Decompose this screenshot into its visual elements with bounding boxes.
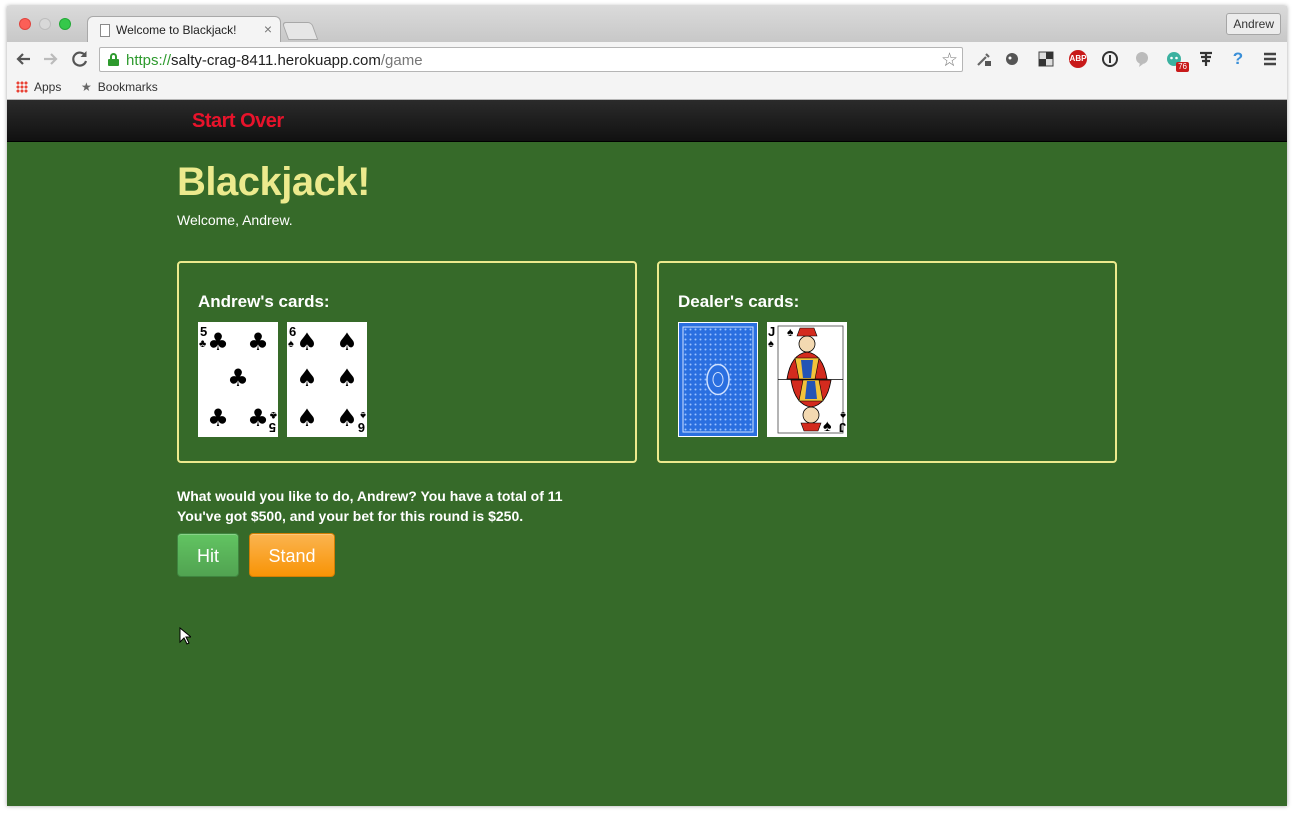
maximize-window-button[interactable] [59,18,71,30]
start-over-link[interactable]: Start Over [192,110,284,133]
android-extension-icon[interactable]: 76 [1165,50,1189,72]
help-question-icon[interactable]: ? [1229,50,1247,68]
svg-text:5: 5 [269,420,276,435]
dealer-cards-heading: Dealer's cards: [678,292,800,311]
svg-text:6: 6 [358,420,365,435]
svg-text:J: J [839,420,846,435]
screenshot-extension-icon[interactable] [1037,50,1055,68]
svg-text:♣: ♣ [207,404,229,432]
prompt-bet: You've got $500, and your bet for this r… [177,508,524,524]
chat-bubble-extension-icon[interactable] [1133,50,1151,68]
menu-hamburger-icon[interactable] [1261,50,1279,68]
bookmark-bookmarks[interactable]: ★ Bookmarks [81,80,158,94]
face-down-card [678,322,758,437]
svg-text:♣: ♣ [207,328,229,356]
tab-title: Welcome to Blackjack! [116,23,237,37]
bookmark-star-icon[interactable]: ☆ [941,49,958,72]
stand-button[interactable]: Stand [249,533,335,577]
card-rank: J [768,324,775,339]
svg-text:♠: ♠ [336,364,358,392]
browser-window: Welcome to Blackjack! × Andrew https://s… [7,6,1287,806]
tab-close-icon[interactable]: × [264,21,272,37]
six-of-spades-card: 6 ♠ ♠ ♠ ♠ ♠ ♠ ♠ 6 ♠ [287,322,367,437]
address-bar[interactable]: https://salty-crag-8411.herokuapp.com/ga… [99,47,963,72]
new-tab-button[interactable] [281,22,319,40]
welcome-message: Welcome, Andrew. [177,212,293,228]
eyedropper-extension-icon[interactable] [975,50,993,68]
player-cards-panel: Andrew's cards: 5 ♣ ♣ ♣ ♣ ♣ ♣ 5 ♣ 6 ♠ ♠ … [177,261,637,463]
notification-badge: 76 [1176,62,1189,72]
browser-toolbar: https://salty-crag-8411.herokuapp.com/ga… [7,42,1287,76]
traffic-light-extension-icon[interactable] [1197,50,1215,68]
tab-welcome-to-blackjack[interactable]: Welcome to Blackjack! × [87,16,281,43]
bookmark-apps[interactable]: Apps [16,80,61,94]
svg-text:♠: ♠ [787,325,794,339]
minimize-window-button[interactable] [39,18,51,30]
svg-text:♣: ♣ [247,328,269,356]
close-window-button[interactable] [19,18,31,30]
info-circle-extension-icon[interactable] [1101,50,1119,68]
svg-text:♠: ♠ [288,338,294,350]
svg-text:♠: ♠ [840,409,846,421]
svg-text:♠: ♠ [336,328,358,356]
svg-text:♣: ♣ [227,364,249,392]
back-arrow-icon[interactable] [13,48,35,70]
svg-text:♣: ♣ [270,409,277,421]
dealer-cards-panel: Dealer's cards: J ♠ ♠ ♠ J ♠ [657,261,1117,463]
svg-text:♠: ♠ [296,328,318,356]
prompt-total: What would you like to do, Andrew? You h… [177,488,563,504]
svg-text:♠: ♠ [296,404,318,432]
reload-icon[interactable] [69,48,91,70]
page-title: Blackjack! [177,160,370,204]
adblock-plus-icon[interactable]: ABP [1069,50,1087,68]
hit-button[interactable]: Hit [177,533,239,577]
svg-text:♠: ♠ [336,404,358,432]
svg-text:♠: ♠ [768,338,774,350]
forward-arrow-icon[interactable] [39,48,61,70]
svg-text:♠: ♠ [823,418,832,435]
svg-text:♣: ♣ [247,404,269,432]
mouse-cursor-icon [179,626,193,650]
card-rank: 5 [200,324,207,339]
bookmarks-bar: Apps ★ Bookmarks [7,76,1287,100]
game-prompt: What would you like to do, Andrew? You h… [177,486,563,526]
site-navbar: Start Over [7,100,1287,142]
star-icon: ★ [81,80,92,94]
five-of-clubs-card: 5 ♣ ♣ ♣ ♣ ♣ ♣ 5 ♣ [198,322,278,437]
profile-button[interactable]: Andrew [1226,13,1281,35]
svg-text:♠: ♠ [296,364,318,392]
elephant-extension-icon[interactable] [1003,50,1021,68]
jack-of-spades-card: J ♠ ♠ ♠ J ♠ [767,322,847,437]
lock-icon [108,53,119,66]
apps-grid-icon [16,81,28,93]
url-text: https://salty-crag-8411.herokuapp.com/ga… [126,52,423,69]
svg-text:♠: ♠ [360,409,366,421]
card-rank: 6 [289,324,296,339]
page-icon [100,24,110,37]
player-cards-heading: Andrew's cards: [198,292,330,311]
tab-strip: Welcome to Blackjack! × Andrew [7,6,1287,43]
svg-text:♣: ♣ [199,338,206,350]
